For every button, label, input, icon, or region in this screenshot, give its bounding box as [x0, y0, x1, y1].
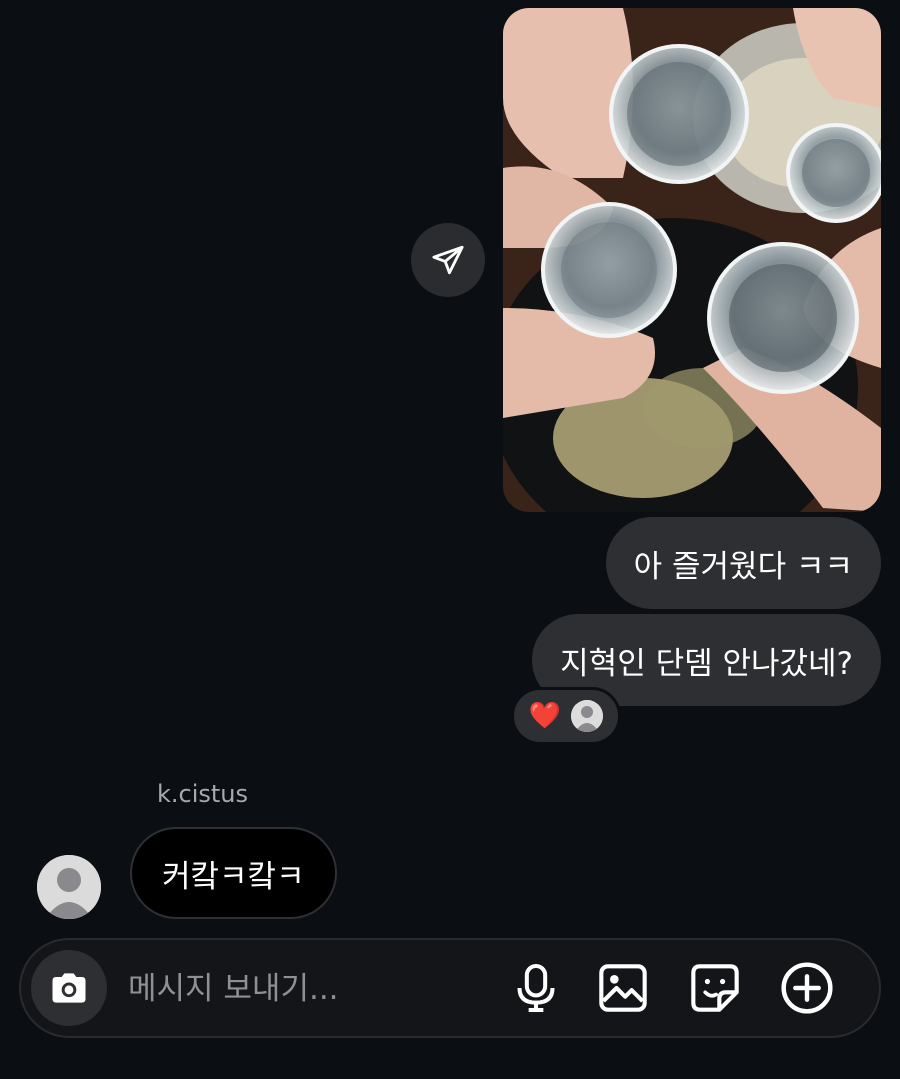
sticker-icon [691, 964, 739, 1012]
add-button[interactable] [779, 960, 835, 1016]
paper-plane-icon [432, 245, 464, 275]
incoming-message[interactable]: 커캌ㅋ캌ㅋ [130, 827, 337, 919]
sticker-button[interactable] [687, 960, 743, 1016]
image-icon [599, 964, 647, 1012]
default-avatar-icon [571, 700, 604, 732]
default-avatar-icon [37, 855, 101, 919]
photo-illustration [503, 8, 881, 512]
camera-icon [52, 973, 86, 1003]
message-text: 아 즐거웠다 ㅋㅋ [633, 548, 853, 585]
microphone-button[interactable] [508, 960, 564, 1016]
message-text: 커캌ㅋ캌ㅋ [162, 858, 305, 895]
plus-circle-icon [781, 962, 833, 1014]
microphone-icon [517, 963, 555, 1013]
sender-name: k.cistus [157, 780, 249, 808]
outgoing-message[interactable]: 아 즐거웠다 ㅋㅋ [605, 517, 881, 609]
shared-photo[interactable] [503, 8, 881, 512]
gallery-button[interactable] [595, 960, 651, 1016]
sender-avatar[interactable] [37, 855, 101, 919]
message-text: 지혁인 단뎀 안나갔네? [560, 645, 853, 682]
message-input[interactable] [128, 962, 488, 1016]
heart-emoji: ❤️ [528, 701, 562, 731]
reaction-chip[interactable]: ❤️ [511, 687, 621, 745]
camera-button[interactable] [31, 950, 107, 1026]
reactor-avatar [571, 700, 604, 732]
share-button[interactable] [411, 223, 485, 297]
